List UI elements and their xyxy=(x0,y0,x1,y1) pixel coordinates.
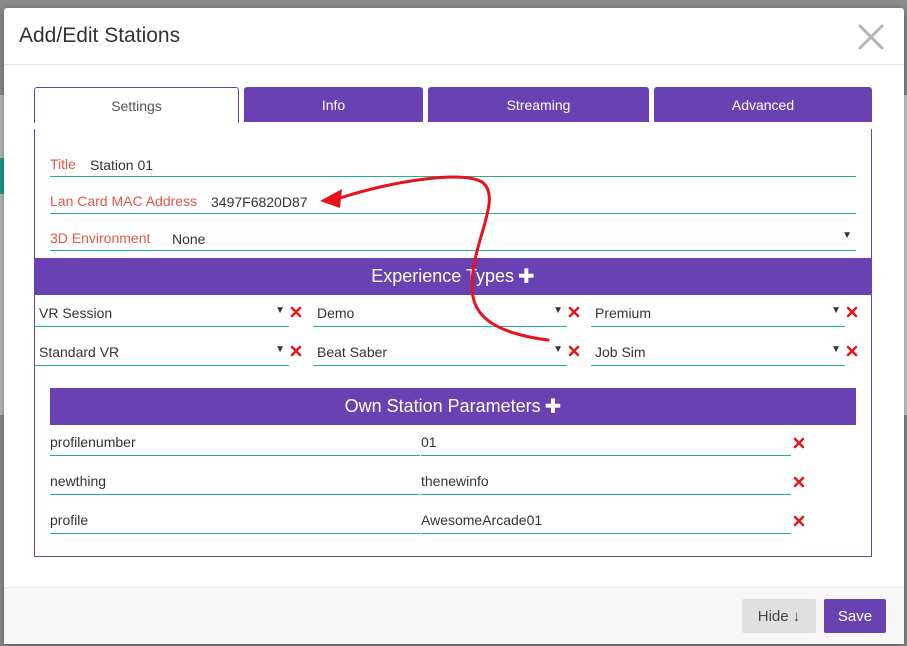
parameter-key-input[interactable]: profilenumber xyxy=(50,428,420,456)
parameter-value-input[interactable]: thenewinfo xyxy=(421,467,791,495)
tab-label: Settings xyxy=(111,97,162,114)
own-station-parameters-title: Own Station Parameters xyxy=(344,396,541,416)
delete-x-icon[interactable] xyxy=(792,475,806,489)
title-input[interactable]: Station 01 xyxy=(90,157,153,173)
tab-label: Streaming xyxy=(506,96,571,113)
chevron-down-icon: ▼ xyxy=(842,230,852,241)
tab-label: Advanced xyxy=(731,96,795,113)
parameter-key: profile xyxy=(50,512,89,528)
parameter-value: 01 xyxy=(421,434,437,450)
parameter-key: newthing xyxy=(50,473,107,489)
own-station-parameters-header: Own Station Parameters ✚ xyxy=(50,388,856,425)
hide-button[interactable]: Hide ↓ xyxy=(742,599,816,633)
close-icon[interactable] xyxy=(856,22,886,52)
chevron-down-icon: ▼ xyxy=(831,344,841,355)
experience-select-3[interactable]: Premium ▼ xyxy=(591,297,845,327)
mac-address-label: Lan Card MAC Address xyxy=(50,193,198,209)
modal-header: Add/Edit Stations xyxy=(4,8,904,65)
parameter-value-input[interactable]: 01 xyxy=(421,428,791,456)
delete-x-icon[interactable] xyxy=(792,436,806,450)
add-experience-icon[interactable]: ✚ xyxy=(518,264,535,289)
experience-select-1[interactable]: VR Session ▼ xyxy=(35,297,289,327)
delete-x-icon[interactable] xyxy=(289,344,303,358)
tab-advanced[interactable]: Advanced xyxy=(654,87,872,122)
experience-value: Premium xyxy=(595,305,652,321)
environment-value: None xyxy=(172,231,206,247)
experience-select-6[interactable]: Job Sim ▼ xyxy=(591,336,845,366)
environment-select[interactable]: 3D Environment None ▼ xyxy=(50,224,856,251)
chevron-down-icon: ▼ xyxy=(553,344,563,355)
parameter-key-input[interactable]: newthing xyxy=(50,467,420,495)
title-field[interactable]: Title Station 01 xyxy=(50,150,856,177)
chevron-down-icon: ▼ xyxy=(831,305,841,316)
add-parameter-icon[interactable]: ✚ xyxy=(545,394,562,419)
chevron-down-icon: ▼ xyxy=(275,344,285,355)
delete-x-icon[interactable] xyxy=(845,305,859,319)
mac-address-field[interactable]: Lan Card MAC Address 3497F6820D87 xyxy=(50,187,856,214)
parameter-key: profilenumber xyxy=(50,434,136,450)
experience-select-2[interactable]: Demo ▼ xyxy=(313,297,567,327)
experience-select-4[interactable]: Standard VR ▼ xyxy=(35,336,289,366)
experience-value: Standard VR xyxy=(39,344,120,360)
tab-settings[interactable]: Settings xyxy=(34,87,239,123)
delete-x-icon[interactable] xyxy=(567,305,581,319)
parameter-value-input[interactable]: AwesomeArcade01 xyxy=(421,506,791,534)
tab-streaming[interactable]: Streaming xyxy=(428,87,649,122)
experience-select-5[interactable]: Beat Saber ▼ xyxy=(313,336,567,366)
environment-label: 3D Environment xyxy=(50,230,151,246)
experience-types-header: Experience Types ✚ xyxy=(34,258,872,295)
title-label: Title xyxy=(50,156,76,172)
experience-types-title: Experience Types xyxy=(371,266,514,286)
chevron-down-icon: ▼ xyxy=(553,305,563,316)
modal-title: Add/Edit Stations xyxy=(19,24,181,47)
parameter-value: AwesomeArcade01 xyxy=(421,512,543,528)
tab-label: Info xyxy=(321,96,346,113)
parameter-value: thenewinfo xyxy=(421,473,489,489)
parameter-key-input[interactable]: profile xyxy=(50,506,420,534)
modal-footer: Hide ↓ Save xyxy=(4,587,904,644)
experience-value: VR Session xyxy=(39,305,113,321)
experience-value: Job Sim xyxy=(595,344,646,360)
save-button-label: Save xyxy=(837,607,873,625)
chevron-down-icon: ▼ xyxy=(275,305,285,316)
tab-info[interactable]: Info xyxy=(244,87,423,122)
experience-value: Demo xyxy=(317,305,355,321)
delete-x-icon[interactable] xyxy=(289,305,303,319)
delete-x-icon[interactable] xyxy=(845,344,859,358)
delete-x-icon[interactable] xyxy=(567,344,581,358)
delete-x-icon[interactable] xyxy=(792,514,806,528)
hide-button-label: Hide ↓ xyxy=(757,607,801,625)
experience-value: Beat Saber xyxy=(317,344,388,360)
save-button[interactable]: Save xyxy=(824,599,886,633)
mac-address-input[interactable]: 3497F6820D87 xyxy=(211,194,308,210)
